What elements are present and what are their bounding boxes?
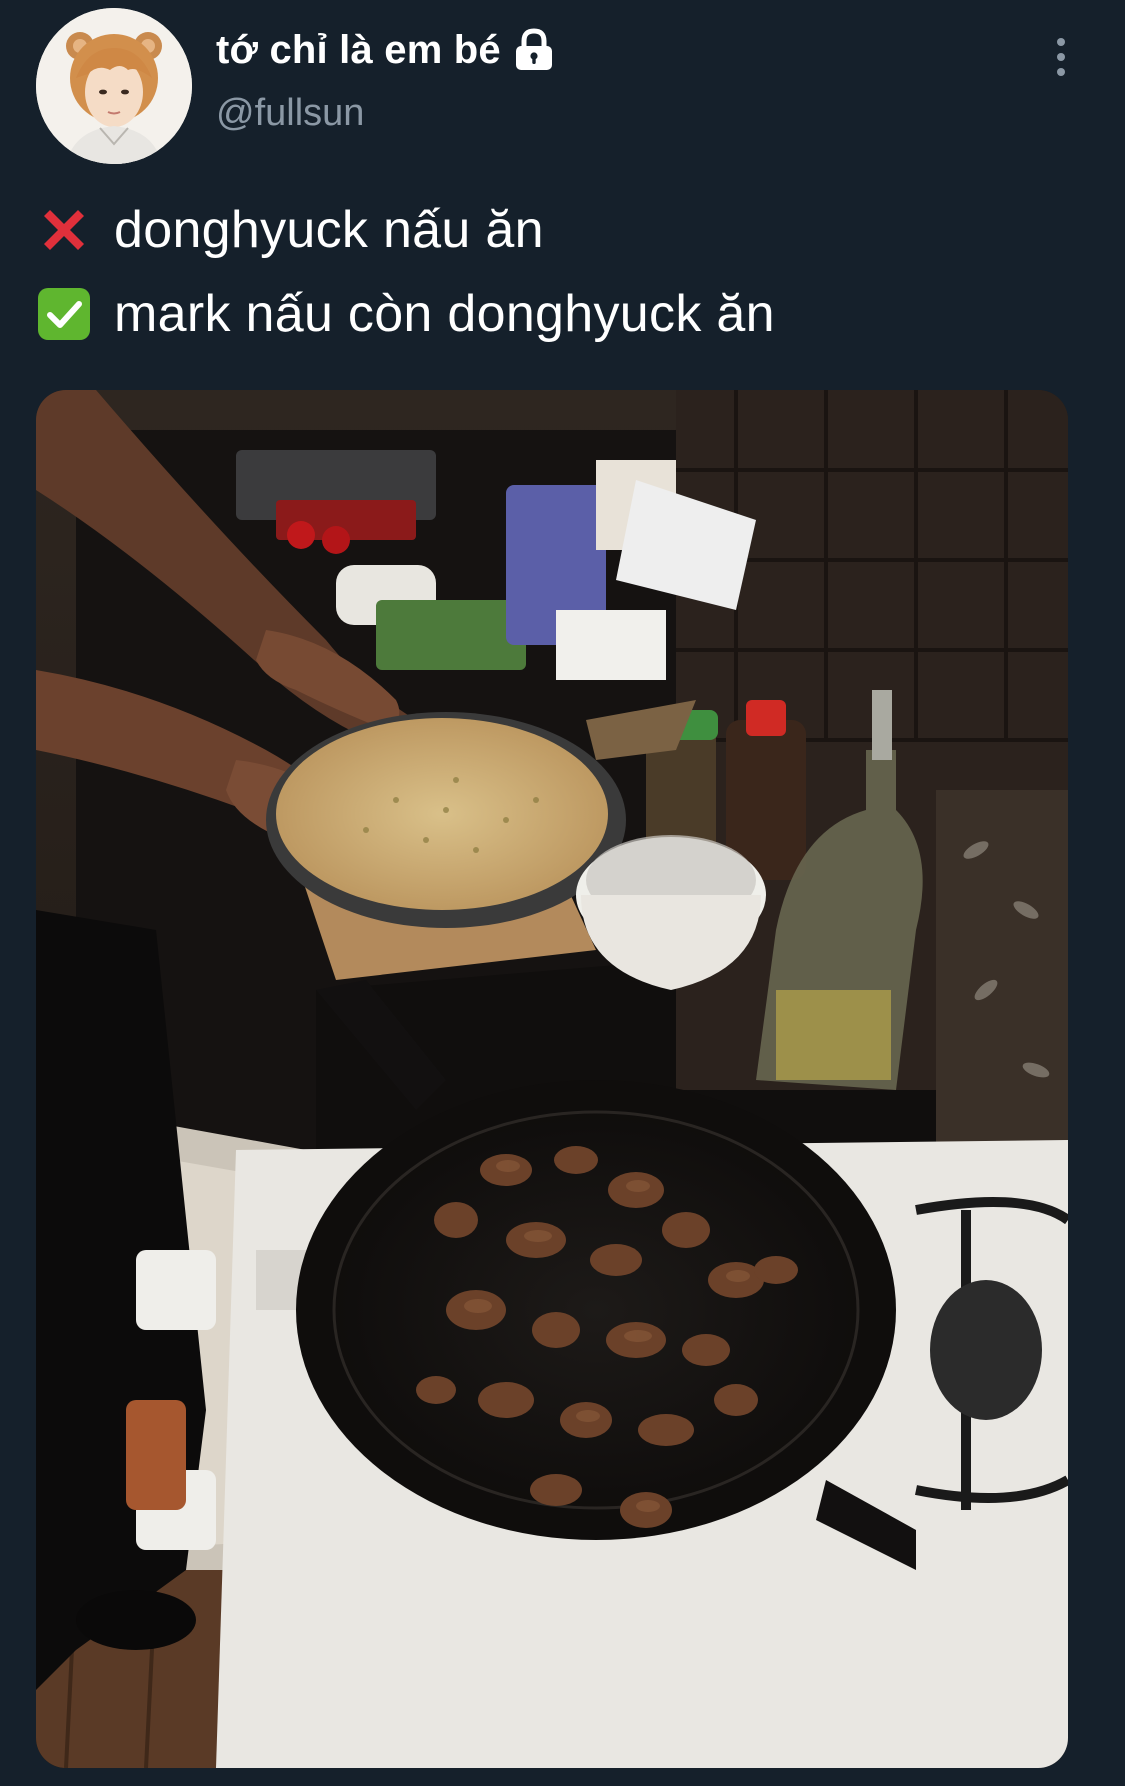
- author-name-row: tớ chỉ là em bé: [216, 22, 555, 78]
- more-options-button[interactable]: [1040, 32, 1082, 82]
- more-options-icon: [1057, 38, 1065, 46]
- lock-icon: [515, 28, 552, 70]
- avatar[interactable]: [36, 8, 192, 164]
- cross-mark-emoji-icon: [44, 210, 84, 250]
- display-name[interactable]: tớ chỉ là em bé: [216, 28, 501, 73]
- tweet-media-photo[interactable]: [36, 390, 1068, 1768]
- tweet-text: donghyuck nấu ăn: [114, 201, 544, 259]
- tweet-text-line: donghyuck nấu ăn: [36, 195, 544, 265]
- more-options-icon-dot: [1057, 53, 1065, 61]
- check-mark-emoji-icon: [38, 288, 90, 340]
- kitchen-photo-icon: [36, 390, 1068, 1768]
- tweet-text-line: mark nấu còn donghyuck ăn: [36, 279, 775, 349]
- avatar-photo-icon: [36, 8, 192, 164]
- author-handle[interactable]: @fullsun: [216, 92, 364, 135]
- tweet: tớ chỉ là em bé @fullsun donghyuck nấu ă…: [0, 0, 1125, 1786]
- more-options-icon-dot: [1057, 68, 1065, 76]
- tweet-text: mark nấu còn donghyuck ăn: [114, 285, 775, 343]
